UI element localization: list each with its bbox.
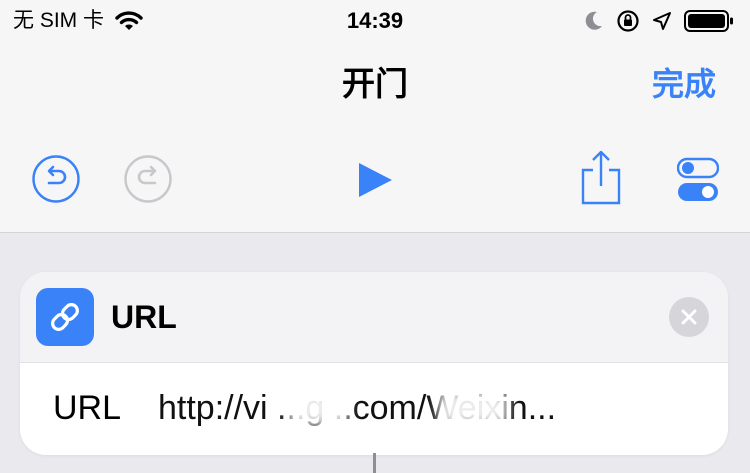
page-title: 开门 <box>342 65 408 102</box>
remove-action-button[interactable] <box>669 297 709 337</box>
action-header: URL <box>20 272 728 363</box>
close-icon <box>681 309 697 325</box>
moon-icon <box>584 10 604 32</box>
redaction-blur <box>568 390 688 426</box>
toggles-icon <box>677 157 719 201</box>
flow-connector <box>373 453 376 473</box>
undo-button[interactable] <box>32 155 80 203</box>
redo-button[interactable] <box>124 155 172 203</box>
url-parameter-row[interactable]: URL http://vi ...g ..com/Weixin... <box>20 363 728 455</box>
editor-toolbar <box>0 126 750 233</box>
redo-icon <box>124 155 172 203</box>
share-icon <box>581 150 621 205</box>
link-icon <box>51 303 79 331</box>
action-title: URL <box>111 299 177 335</box>
url-action-card[interactable]: URL URL http://vi ...g ..com/Weixin... <box>20 272 728 455</box>
done-button[interactable]: 完成 <box>652 64 716 104</box>
battery-icon <box>684 9 734 33</box>
parameter-label: URL <box>53 389 122 427</box>
status-right <box>584 9 734 33</box>
share-button[interactable] <box>578 150 624 206</box>
action-icon-tile <box>36 288 94 346</box>
location-icon <box>652 11 672 31</box>
settings-toggle-button[interactable] <box>677 157 719 203</box>
redaction-blur <box>288 390 348 426</box>
run-button[interactable] <box>356 161 394 199</box>
rotation-lock-icon <box>616 9 640 33</box>
play-icon <box>359 163 392 197</box>
redaction-blur <box>438 390 508 426</box>
navigation-bar: 开门 完成 <box>0 42 750 126</box>
status-bar: 无 SIM 卡 14:39 <box>0 0 750 42</box>
undo-icon <box>32 155 80 203</box>
